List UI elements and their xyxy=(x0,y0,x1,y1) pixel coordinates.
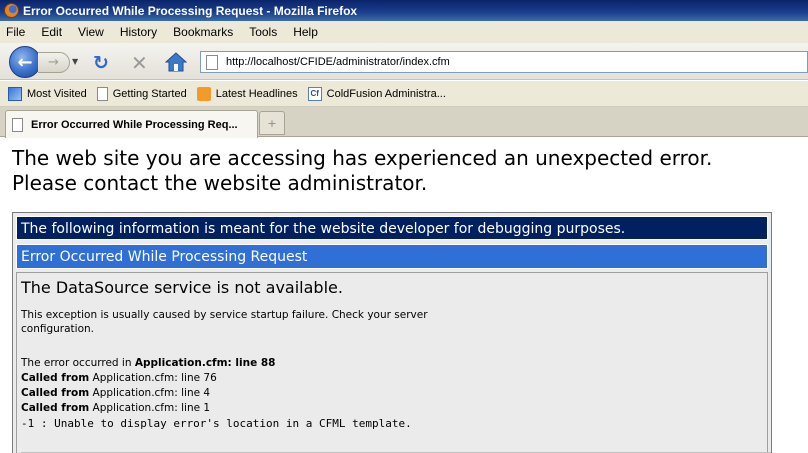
page-content: The web site you are accessing has exper… xyxy=(0,138,808,453)
navigation-toolbar: ← → ▼ ↻ ✕ http://localhost/CFIDE/adminis… xyxy=(0,43,808,80)
trace-line: Called from Application.cfm: line 1 xyxy=(21,401,763,416)
bookmark-label: Getting Started xyxy=(112,87,187,100)
home-icon[interactable] xyxy=(164,52,188,72)
forward-button[interactable]: → xyxy=(38,52,70,73)
stop-icon[interactable]: ✕ xyxy=(131,51,148,75)
menu-history[interactable]: History xyxy=(120,25,157,39)
called-from-label: Called from xyxy=(21,372,90,384)
trace-prefix: The error occurred in xyxy=(21,357,132,369)
menu-tools[interactable]: Tools xyxy=(249,25,277,39)
trace-location: Application.cfm: line 88 xyxy=(134,357,276,369)
menu-bar: File Edit View History Bookmarks Tools H… xyxy=(0,21,808,43)
error-headline: The web site you are accessing has exper… xyxy=(12,146,802,196)
bookmark-label: Most Visited xyxy=(27,87,87,100)
developer-notice: The following information is meant for t… xyxy=(16,216,768,240)
menu-bookmarks[interactable]: Bookmarks xyxy=(173,25,233,39)
error-details: The DataSource service is not available.… xyxy=(16,272,771,453)
bookmark-most-visited[interactable]: Most Visited xyxy=(8,86,87,101)
called-from-location: Application.cfm: line 76 xyxy=(92,372,217,384)
tab-label: Error Occurred While Processing Req... xyxy=(31,118,238,131)
firefox-logo-icon xyxy=(4,3,19,18)
bookmark-getting-started[interactable]: Getting Started xyxy=(96,86,187,101)
called-from-location: Application.cfm: line 4 xyxy=(92,387,211,399)
page-icon xyxy=(12,117,23,132)
address-bar[interactable]: http://localhost/CFIDE/administrator/ind… xyxy=(200,51,808,73)
page-icon xyxy=(206,54,218,70)
back-button[interactable]: ← xyxy=(9,46,41,78)
called-from-label: Called from xyxy=(21,402,90,414)
bookmark-latest-headlines[interactable]: Latest Headlines xyxy=(196,86,298,101)
plus-icon: + xyxy=(267,116,277,130)
tab-active[interactable]: Error Occurred While Processing Req... xyxy=(5,110,258,138)
error-title: Error Occurred While Processing Request xyxy=(16,244,768,269)
tab-strip: Error Occurred While Processing Req... + xyxy=(0,107,808,138)
headline-line: The web site you are accessing has exper… xyxy=(12,146,713,170)
called-from-label: Called from xyxy=(21,387,90,399)
reload-icon[interactable]: ↻ xyxy=(93,52,109,74)
rss-feed-icon xyxy=(196,86,211,101)
error-cause: This exception is usually caused by serv… xyxy=(21,308,481,336)
error-message: The DataSource service is not available. xyxy=(21,278,343,297)
window-title-bar: Error Occurred While Processing Request … xyxy=(0,0,808,21)
headline-line: Please contact the website administrator… xyxy=(12,171,428,195)
trace-line: Called from Application.cfm: line 4 xyxy=(21,386,763,401)
trace-line: Called from Application.cfm: line 76 xyxy=(21,371,763,386)
bookmark-label: ColdFusion Administra... xyxy=(326,87,446,100)
menu-view[interactable]: View xyxy=(78,25,104,39)
bookmark-coldfusion-administrator[interactable]: Cf ColdFusion Administra... xyxy=(307,86,446,101)
coldfusion-icon: Cf xyxy=(307,86,322,101)
most-visited-icon xyxy=(8,86,22,101)
back-arrow-icon: ← xyxy=(17,51,33,73)
menu-file[interactable]: File xyxy=(6,25,25,39)
bookmark-label: Latest Headlines xyxy=(215,87,298,100)
error-panel: The following information is meant for t… xyxy=(12,212,772,453)
window-title: Error Occurred While Processing Request … xyxy=(23,3,358,18)
cause-text: This exception is usually caused by serv… xyxy=(21,309,428,321)
trace-line: The error occurred in Application.cfm: l… xyxy=(21,356,763,371)
new-tab-button[interactable]: + xyxy=(259,111,285,135)
forward-arrow-icon: → xyxy=(48,55,59,70)
address-text[interactable]: http://localhost/CFIDE/administrator/ind… xyxy=(226,56,450,68)
stack-trace: The error occurred in Application.cfm: l… xyxy=(21,356,763,431)
template-note: -1 : Unable to display error's location … xyxy=(21,417,412,430)
page-icon xyxy=(96,86,108,101)
cause-text: configuration. xyxy=(21,323,94,335)
history-dropdown-icon[interactable]: ▼ xyxy=(72,57,78,66)
menu-help[interactable]: Help xyxy=(293,25,318,39)
menu-edit[interactable]: Edit xyxy=(41,25,62,39)
bookmarks-toolbar: Most Visited Getting Started Latest Head… xyxy=(0,81,808,107)
called-from-location: Application.cfm: line 1 xyxy=(92,402,211,414)
